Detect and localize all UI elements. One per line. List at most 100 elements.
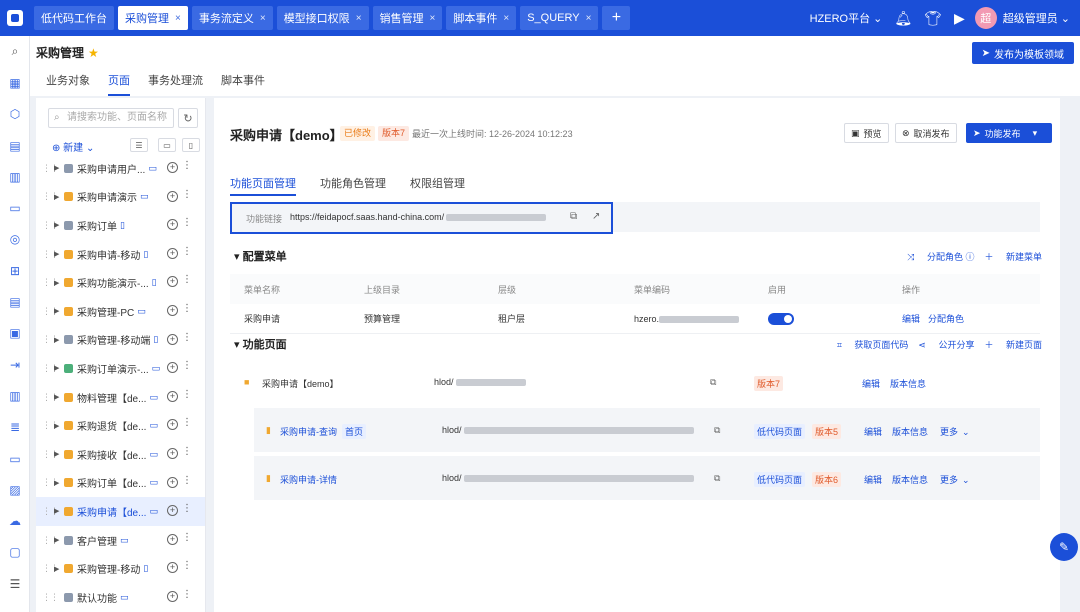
copy-icon[interactable]: ⧉	[710, 377, 716, 388]
subtab-3[interactable]: 脚本事件	[221, 72, 265, 96]
function-tab-1[interactable]: 功能角色管理	[320, 175, 386, 193]
function-publish-button[interactable]: ➤ 功能发布 ▾	[966, 123, 1052, 143]
caret-right-icon[interactable]: ▶	[54, 336, 64, 344]
import-icon[interactable]: ⇥	[0, 349, 30, 380]
flow-icon[interactable]: ⊞	[0, 255, 30, 286]
caret-right-icon[interactable]: ▶	[54, 393, 64, 401]
add-circle-icon[interactable]: +	[167, 419, 178, 431]
app-logo[interactable]	[0, 0, 30, 36]
avatar[interactable]: 超	[974, 7, 997, 29]
add-circle-icon[interactable]: +	[167, 505, 178, 517]
drag-handle-icon[interactable]: ⋮⋮	[42, 477, 59, 488]
copy-icon[interactable]: ⧉	[714, 473, 720, 484]
add-circle-icon[interactable]: +	[167, 247, 178, 259]
version-info-link[interactable]: 版本信息	[890, 377, 926, 390]
tree-item[interactable]: ⋮⋮ ▶ 采购管理-PC ▭ + ⋮	[36, 297, 205, 326]
more-vertical-icon[interactable]: ⋮	[182, 475, 192, 486]
more-dropdown[interactable]: 更多 ⌄	[940, 425, 970, 438]
chevron-down-icon[interactable]: ▾	[1033, 128, 1038, 139]
function-tab-2[interactable]: 权限组管理	[410, 175, 465, 193]
edit-link[interactable]: 编辑	[902, 314, 920, 324]
monitor-icon[interactable]: ▭	[0, 443, 30, 474]
caret-right-icon[interactable]: ▶	[54, 250, 64, 258]
more-vertical-icon[interactable]: ⋮	[182, 332, 192, 343]
caret-right-icon[interactable]: ▶	[54, 565, 64, 573]
picture-icon[interactable]: ▨	[0, 474, 30, 505]
drag-handle-icon[interactable]: ⋮⋮	[42, 449, 59, 460]
add-circle-icon[interactable]: +	[167, 304, 178, 316]
tree-search-input[interactable]: ⌕ 请搜索功能、页面名称	[48, 108, 174, 128]
caret-right-icon[interactable]: ▶	[54, 422, 64, 430]
external-link-icon[interactable]: ↗	[592, 211, 600, 222]
caret-right-icon[interactable]: ▶	[54, 364, 64, 372]
more-vertical-icon[interactable]: ⋮	[182, 246, 192, 257]
version-info-link[interactable]: 版本信息	[892, 473, 928, 486]
drag-handle-icon[interactable]: ⋮⋮	[42, 420, 59, 431]
subtab-1[interactable]: 页面	[108, 72, 130, 96]
tree-item[interactable]: ⋮⋮ ▶ 采购订单【de... ▭ + ⋮	[36, 469, 205, 498]
new-page-link[interactable]: ＋ 新建页面	[984, 338, 1042, 351]
search-icon[interactable]: ⌕	[0, 36, 30, 67]
folder-icon[interactable]: ▭	[0, 192, 30, 223]
image-icon[interactable]: ▣	[0, 318, 30, 349]
subtab-2[interactable]: 事务处理流	[148, 72, 203, 96]
settings-icon[interactable]: ◎	[0, 224, 30, 255]
caret-right-icon[interactable]: ▶	[54, 479, 64, 487]
drag-handle-icon[interactable]: ⋮⋮	[42, 220, 59, 231]
caret-right-icon[interactable]: ▶	[54, 450, 64, 458]
function-tab-0[interactable]: 功能页面管理	[230, 175, 296, 196]
edit-link[interactable]: 编辑	[864, 473, 882, 486]
drag-handle-icon[interactable]: ⋮⋮	[42, 249, 59, 260]
shirt-icon[interactable]: 👕︎	[924, 10, 942, 27]
caret-right-icon[interactable]: ▶	[54, 221, 64, 229]
tab-3[interactable]: 模型接口权限 ×	[276, 6, 369, 30]
caret-right-icon[interactable]: ▶	[54, 193, 64, 201]
page-name[interactable]: 采购申请-详情	[280, 473, 337, 486]
more-vertical-icon[interactable]: ⋮	[182, 160, 192, 171]
drag-handle-icon[interactable]: ⋮⋮	[42, 506, 59, 517]
tree-item[interactable]: ⋮⋮ ▶ 采购申请用户... ▭ + ⋮	[36, 154, 205, 183]
add-circle-icon[interactable]: +	[167, 562, 178, 574]
drag-handle-icon[interactable]: ⋮⋮	[42, 191, 59, 202]
sort-icon[interactable]: ☰	[130, 138, 148, 152]
drag-handle-icon[interactable]: ⋮⋮	[42, 592, 59, 603]
tab-5[interactable]: 脚本事件 ×	[446, 6, 517, 30]
tree-item[interactable]: ⋮⋮ ▶ 采购退货【de... ▭ + ⋮	[36, 411, 205, 440]
drag-handle-icon[interactable]: ⋮⋮	[42, 334, 59, 345]
copy-icon[interactable]: ⧉	[570, 211, 577, 222]
assign-role-link[interactable]: ⤨ 分配角色 ⓘ	[907, 250, 974, 263]
tree-item[interactable]: ⋮⋮ ▶ 采购管理-移动 ▯ + ⋮	[36, 554, 205, 583]
cloud-icon[interactable]: ☁︎	[0, 505, 30, 536]
document-icon[interactable]: ▤	[0, 286, 30, 317]
refresh-icon[interactable]: ↻	[178, 108, 198, 128]
add-circle-icon[interactable]: +	[167, 276, 178, 288]
close-icon[interactable]: ×	[430, 13, 436, 24]
more-vertical-icon[interactable]: ⋮	[182, 303, 192, 314]
more-vertical-icon[interactable]: ⋮	[182, 217, 192, 228]
add-circle-icon[interactable]: +	[167, 447, 178, 459]
drag-handle-icon[interactable]: ⋮⋮	[42, 363, 59, 374]
chart-icon[interactable]: ▥	[0, 380, 30, 411]
add-circle-icon[interactable]: +	[167, 390, 178, 402]
star-icon[interactable]: ★	[88, 46, 99, 60]
more-vertical-icon[interactable]: ⋮	[182, 503, 192, 514]
version-info-link[interactable]: 版本信息	[892, 425, 928, 438]
copy-icon[interactable]: ⧉	[714, 425, 720, 436]
play-icon[interactable]: ▶︎	[954, 10, 965, 27]
drag-handle-icon[interactable]: ⋮⋮	[42, 163, 59, 174]
add-circle-icon[interactable]: +	[167, 190, 178, 202]
more-vertical-icon[interactable]: ⋮	[182, 189, 192, 200]
bell-icon[interactable]: 🔔︎	[894, 10, 912, 27]
caret-right-icon[interactable]: ▶	[54, 536, 64, 544]
public-share-link[interactable]: ⋖ 公开分享	[918, 338, 974, 351]
add-circle-icon[interactable]: +	[167, 362, 178, 374]
more-vertical-icon[interactable]: ⋮	[182, 274, 192, 285]
menu-icon[interactable]: ☰	[0, 568, 30, 599]
publish-template-button[interactable]: ➤ 发布为模板领域	[971, 42, 1074, 64]
cube-icon[interactable]: ⬡	[0, 99, 30, 130]
tree-item[interactable]: ⋮⋮ ▶ 客户管理 ▭ + ⋮	[36, 526, 205, 555]
desktop-filter-icon[interactable]: ▭	[158, 138, 176, 152]
new-button[interactable]: ⊕ 新建 ⌄	[52, 139, 94, 154]
tree-item[interactable]: ⋮⋮ ▶ 采购订单演示-... ▭ + ⋮	[36, 354, 205, 383]
more-vertical-icon[interactable]: ⋮	[182, 446, 192, 457]
